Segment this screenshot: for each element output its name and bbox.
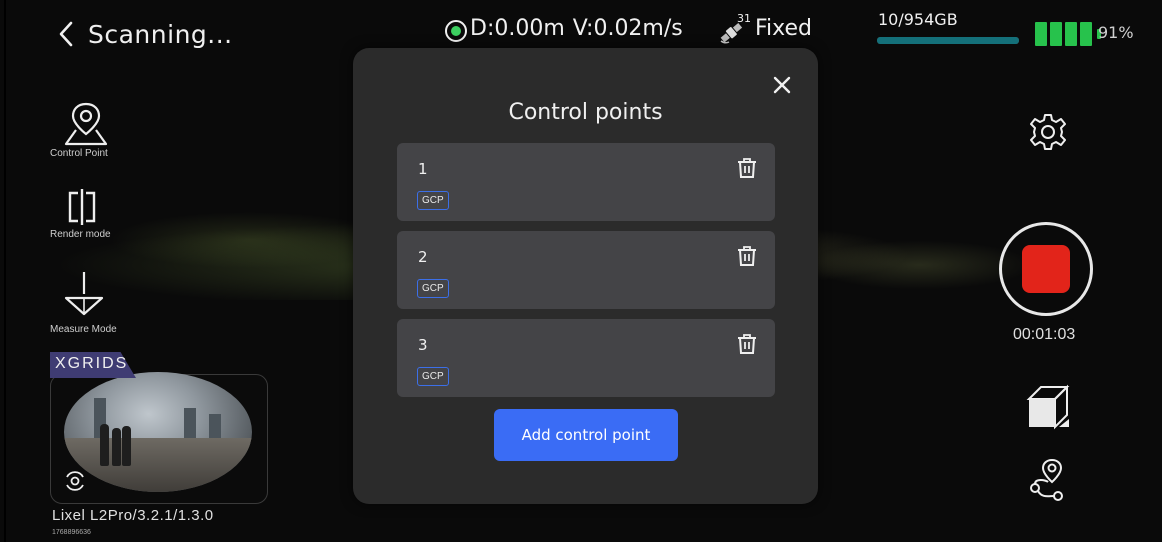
control-point-item[interactable]: 3 GCP bbox=[397, 319, 775, 397]
distance-value: D:0.00m bbox=[470, 16, 565, 41]
control-point-number: 1 bbox=[418, 160, 428, 178]
storage-text: 10/954GB bbox=[878, 10, 958, 29]
measure-mode-label: Measure Mode bbox=[50, 324, 117, 335]
control-point-item[interactable]: 2 GCP bbox=[397, 231, 775, 309]
device-version: Lixel L2Pro/3.2.1/1.3.0 bbox=[52, 507, 214, 524]
control-point-label: Control Point bbox=[50, 148, 108, 159]
back-button[interactable]: Scanning... bbox=[58, 14, 233, 54]
render-mode-label: Render mode bbox=[50, 229, 111, 240]
measure-mode-tool[interactable]: Measure Mode bbox=[50, 270, 130, 335]
close-icon[interactable] bbox=[771, 74, 793, 96]
gcp-badge: GCP bbox=[417, 279, 449, 298]
satellite-count: 31 bbox=[737, 12, 751, 25]
storage-bar-fill bbox=[877, 37, 1019, 44]
cube-view-icon[interactable] bbox=[1025, 383, 1071, 431]
device-id: 1768896636 bbox=[52, 529, 91, 536]
control-point-tool[interactable]: Control Point bbox=[50, 100, 130, 159]
trash-icon[interactable] bbox=[737, 245, 757, 267]
storage-bar bbox=[877, 37, 1019, 44]
render-mode-tool[interactable]: Render mode bbox=[50, 187, 130, 240]
control-point-number: 2 bbox=[418, 248, 428, 266]
map-pin-icon bbox=[64, 102, 108, 146]
record-stop-button[interactable] bbox=[999, 222, 1093, 316]
brand-label: XGRIDS bbox=[55, 355, 129, 372]
control-points-dialog: Control points 1 GCP 2 GCP 3 GCP Add con… bbox=[353, 48, 818, 504]
dialog-title: Control points bbox=[508, 100, 663, 125]
route-pin-icon[interactable] bbox=[1028, 458, 1068, 502]
velocity-value: V:0.02m/s bbox=[572, 16, 683, 41]
scanning-title: Scanning... bbox=[88, 19, 233, 49]
gear-icon[interactable] bbox=[1028, 112, 1068, 152]
camera-switch-icon[interactable] bbox=[62, 470, 88, 492]
left-edge-line bbox=[4, 0, 6, 542]
measure-icon bbox=[64, 272, 104, 316]
gcp-badge: GCP bbox=[417, 191, 449, 210]
rtk-status-icon bbox=[445, 20, 467, 42]
recording-timer: 00:01:03 bbox=[1013, 326, 1076, 343]
gcp-badge: GCP bbox=[417, 367, 449, 386]
trash-icon[interactable] bbox=[737, 157, 757, 179]
control-point-item[interactable]: 1 GCP bbox=[397, 143, 775, 221]
chevron-left-icon bbox=[59, 21, 73, 47]
camera-preview-image bbox=[64, 372, 252, 492]
trash-icon[interactable] bbox=[737, 333, 757, 355]
split-bracket-icon bbox=[68, 189, 96, 225]
motion-metrics: D:0.00m V:0.02m/s bbox=[470, 16, 683, 41]
battery-icon bbox=[1035, 22, 1101, 46]
battery-percent: 91% bbox=[1098, 23, 1134, 42]
gnss-fix-status: Fixed bbox=[755, 16, 813, 41]
control-point-number: 3 bbox=[418, 336, 428, 354]
add-control-point-button[interactable]: Add control point bbox=[494, 409, 678, 461]
stop-square-icon bbox=[1022, 245, 1070, 293]
